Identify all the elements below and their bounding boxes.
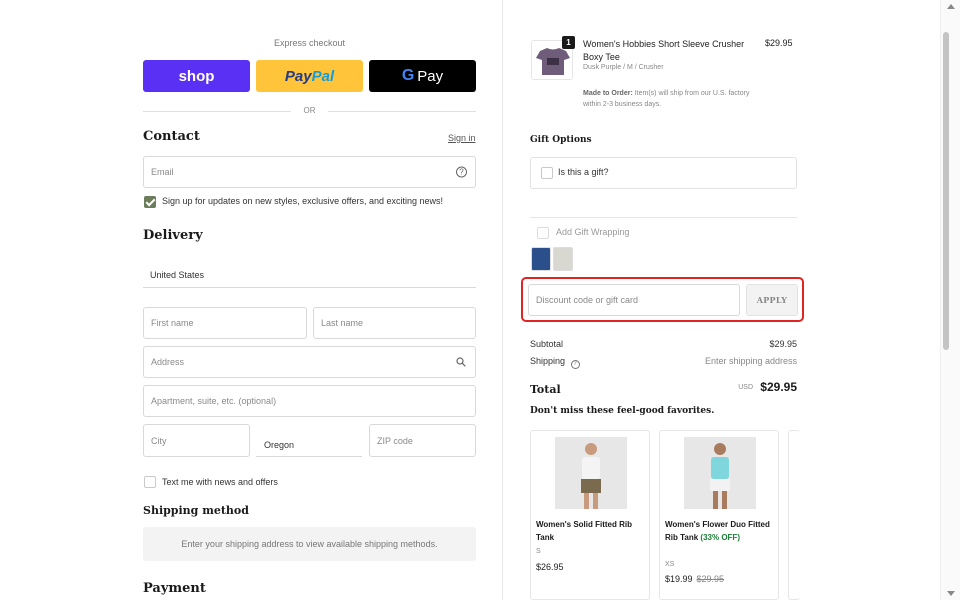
product-card[interactable]: Women's Solid Fitted Rib Tank S $26.95 xyxy=(530,430,650,600)
product-card-size: S xyxy=(536,548,541,555)
product-card-partial[interactable] xyxy=(788,430,800,600)
product-name: Women's Hobbies Short Sleeve Crusher Box… xyxy=(583,39,745,62)
shipping-row: Shipping ? Enter shipping address xyxy=(530,356,797,369)
product-card[interactable]: Women's Flower Duo Fitted Rib Tank (33% … xyxy=(659,430,779,600)
gift-divider xyxy=(530,217,797,218)
sign-in-link[interactable]: Sign in xyxy=(448,133,476,143)
product-image xyxy=(684,437,756,509)
total-currency: USD xyxy=(738,384,753,391)
shipping-info-icon[interactable]: ? xyxy=(570,360,580,369)
product-card-sale-price: $19.99 xyxy=(665,574,693,584)
product-card-title: Women's Flower Duo Fitted Rib Tank (33% … xyxy=(665,518,777,544)
made-to-order-note: Made to Order: Item(s) will ship from ou… xyxy=(583,88,763,110)
city-placeholder: City xyxy=(151,435,167,446)
first-name-placeholder: First name xyxy=(151,318,194,328)
shipping-methods-placeholder: Enter your shipping address to view avai… xyxy=(143,527,476,561)
google-pay-label: Pay xyxy=(417,67,444,85)
total-value: $29.95 xyxy=(760,380,797,394)
state-select[interactable]: Oregon xyxy=(256,426,362,457)
discount-highlight-box xyxy=(521,277,804,322)
product-card-title: Women's Solid Fitted Rib Tank xyxy=(536,520,632,542)
scrollbar-thumb[interactable] xyxy=(943,32,949,350)
country-value: United States xyxy=(150,270,205,280)
google-g-icon: G xyxy=(401,67,415,84)
state-value: Oregon xyxy=(264,440,295,450)
total-label: Total xyxy=(530,383,561,396)
country-select[interactable]: United States xyxy=(143,264,476,288)
gift-wrap-image xyxy=(531,247,551,271)
zip-placeholder: ZIP code xyxy=(377,435,413,446)
made-to-order-label: Made to Order: xyxy=(583,90,633,97)
shipping-method-title: Shipping method xyxy=(143,504,249,517)
product-card-price: $26.95 xyxy=(536,562,564,572)
apartment-field[interactable]: Apartment, suite, etc. (optional) xyxy=(143,385,476,417)
address-field[interactable]: Address xyxy=(143,346,476,378)
google-pay-button[interactable]: G Pay xyxy=(369,60,476,92)
paypal-label-part1: Pay xyxy=(284,67,312,85)
checkout-form: Express checkout shop Pay Pal G Pay OR Co… xyxy=(0,0,502,600)
subtotal-value: $29.95 xyxy=(769,339,797,349)
gift-wrap-image xyxy=(553,247,573,271)
gift-wrapping-checkbox[interactable] xyxy=(537,227,549,239)
first-name-field[interactable]: First name xyxy=(143,307,307,339)
scrollbar[interactable] xyxy=(940,0,960,600)
is-gift-label: Is this a gift? xyxy=(558,167,609,177)
product-card-discount: (33% OFF) xyxy=(700,533,740,542)
help-icon[interactable]: ? xyxy=(456,166,467,178)
product-image xyxy=(555,437,627,509)
gift-options-title: Gift Options xyxy=(530,135,592,145)
shipping-methods-message: Enter your shipping address to view avai… xyxy=(181,539,438,549)
newsletter-label: Sign up for updates on new styles, exclu… xyxy=(162,196,443,206)
last-name-field[interactable]: Last name xyxy=(313,307,476,339)
gift-wrap-images xyxy=(531,247,573,271)
shipping-label: Shipping xyxy=(530,356,566,366)
contact-title: Contact xyxy=(143,129,200,144)
city-field[interactable]: City xyxy=(143,424,250,457)
total-row: Total USD $29.95 xyxy=(530,380,797,398)
apartment-placeholder: Apartment, suite, etc. (optional) xyxy=(151,396,277,406)
text-me-label: Text me with news and offers xyxy=(162,477,278,487)
scroll-up-arrow-icon[interactable] xyxy=(947,4,955,9)
or-separator: OR xyxy=(143,105,476,117)
scroll-down-arrow-icon[interactable] xyxy=(947,591,955,596)
email-field[interactable]: Email ? xyxy=(143,156,476,188)
email-placeholder: Email xyxy=(151,167,174,177)
is-gift-checkbox[interactable] xyxy=(541,167,553,179)
subtotal-row: Subtotal $29.95 xyxy=(530,339,797,349)
shop-pay-label: shop xyxy=(178,67,215,85)
delivery-title: Delivery xyxy=(143,228,203,243)
product-price: $29.95 xyxy=(765,38,793,48)
subtotal-label: Subtotal xyxy=(530,339,564,349)
product-card-size: XS xyxy=(665,561,675,568)
express-checkout-label: Express checkout xyxy=(273,38,346,48)
favorites-title: Don't miss these feel-good favorites. xyxy=(530,406,715,416)
quantity-badge: 1 xyxy=(562,36,575,49)
search-icon xyxy=(456,357,466,367)
payment-title: Payment xyxy=(143,581,206,596)
address-placeholder: Address xyxy=(151,357,185,367)
text-me-checkbox[interactable] xyxy=(144,476,156,488)
paypal-label-part2: Pal xyxy=(311,67,335,85)
newsletter-checkbox[interactable] xyxy=(144,196,156,208)
product-variant: Dusk Purple / M / Crusher xyxy=(583,64,664,71)
product-card-old-price: $29.95 xyxy=(696,574,725,584)
shop-pay-button[interactable]: shop xyxy=(143,60,250,92)
zip-field[interactable]: ZIP code xyxy=(369,424,476,457)
paypal-button[interactable]: Pay Pal xyxy=(256,60,363,92)
product-card-price: $19.99 $29.95 xyxy=(665,574,724,584)
gift-wrapping-label: Add Gift Wrapping xyxy=(556,227,630,237)
last-name-placeholder: Last name xyxy=(321,318,364,328)
shipping-value: Enter shipping address xyxy=(704,356,797,366)
